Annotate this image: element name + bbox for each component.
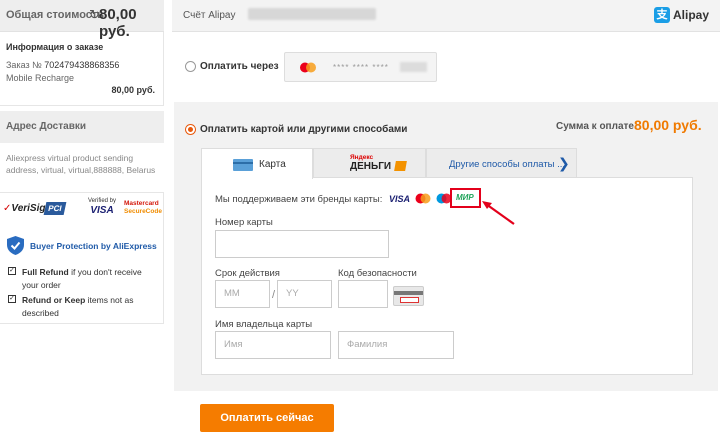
card-number-label: Номер карты bbox=[215, 217, 273, 228]
mastercard-icon bbox=[300, 62, 316, 73]
masked-card-number: **** **** **** bbox=[333, 63, 389, 72]
mc-bottom-text: SecureCode bbox=[124, 208, 162, 215]
card-number-input[interactable] bbox=[215, 230, 389, 258]
expiry-year-input[interactable]: YY bbox=[277, 280, 332, 308]
pci-logo: PCI bbox=[43, 202, 67, 215]
account-label: Счёт Alipay bbox=[183, 10, 236, 21]
card-payment-section: Оплатить картой или другими способами Су… bbox=[174, 102, 718, 391]
refund-keep-item: ✓ Refund or Keep items not as described bbox=[8, 294, 160, 320]
account-bar: Счёт Alipay 支 Alipay bbox=[172, 0, 720, 32]
tab-card[interactable]: Карта bbox=[201, 148, 313, 179]
vbv-top-text: Verified by bbox=[88, 198, 117, 204]
card-icon bbox=[233, 159, 253, 171]
checkbox-icon: ✓ bbox=[8, 267, 16, 275]
alipay-logo-icon: 支 bbox=[654, 7, 670, 23]
total-bar: Общая стоимость ↻ 80,00 руб. bbox=[0, 0, 164, 40]
sum-value: 80,00 руб. bbox=[634, 117, 702, 133]
tab-yandex-money[interactable]: Яндекс ДЕНЬГИ bbox=[313, 148, 426, 178]
buyer-protection-title: Buyer Protection by AliExpress bbox=[30, 241, 157, 251]
last-name-input[interactable]: Фамилия bbox=[338, 331, 454, 359]
masked-card-tail-blurred bbox=[400, 62, 427, 72]
cvv-label: Код безопасности bbox=[338, 268, 417, 279]
expiry-label: Срок действия bbox=[215, 268, 280, 279]
security-logos: ✓VeriSign PCI Verified by VISA Mastercard… bbox=[0, 192, 164, 226]
order-item-name: Mobile Recharge bbox=[6, 73, 75, 83]
tab-other-methods[interactable]: Другие способы оплаты ... ❯ bbox=[426, 148, 577, 178]
alipay-logo-text: Alipay bbox=[673, 8, 710, 22]
cvv-card-icon bbox=[393, 286, 424, 306]
order-info: Информация о заказе Заказ № 702479438868… bbox=[0, 32, 164, 106]
vbv-visa-text: VISA bbox=[90, 205, 114, 216]
order-sidebar: Общая стоимость ↻ 80,00 руб. Информация … bbox=[0, 0, 164, 436]
verified-by-visa-logo: Verified by VISA bbox=[88, 198, 116, 216]
expiry-month-input[interactable]: MM bbox=[215, 280, 270, 308]
brands-label: Мы поддерживаем эти бренды карты: bbox=[215, 194, 383, 205]
mastercard-icon bbox=[415, 193, 431, 204]
mastercard-securecode-logo: Mastercard SecureCode bbox=[124, 200, 162, 216]
address-text: Aliexpress virtual product sending addre… bbox=[6, 153, 156, 175]
account-email-blurred bbox=[248, 8, 376, 20]
pay-via-label[interactable]: Оплатить через bbox=[200, 61, 279, 72]
mir-brand: МИР bbox=[456, 193, 474, 202]
address-title: Адрес Доставки bbox=[6, 121, 86, 132]
pay-card-radio[interactable] bbox=[185, 124, 196, 135]
order-number-value: 702479438868356 bbox=[44, 60, 120, 70]
order-number: Заказ № 702479438868356 bbox=[6, 60, 119, 70]
shield-icon bbox=[7, 236, 24, 255]
chevron-right-icon: ❯ bbox=[558, 155, 570, 171]
tab-card-label: Карта bbox=[259, 159, 286, 170]
pay-now-button[interactable]: Оплатить сейчас bbox=[200, 404, 334, 432]
yandex-bottom-text: ДЕНЬГИ bbox=[350, 161, 392, 172]
cvv-input[interactable] bbox=[338, 280, 388, 308]
red-arrow-icon bbox=[482, 201, 515, 225]
order-info-title: Информация о заказе bbox=[6, 42, 104, 52]
payment-panel: Счёт Alipay 支 Alipay Оплатить через ****… bbox=[172, 0, 720, 436]
full-refund-bold: Full Refund bbox=[22, 267, 69, 277]
pay-card-label[interactable]: Оплатить картой или другими способами bbox=[200, 124, 407, 135]
full-refund-item: ✓ Full Refund if you don't receive your … bbox=[8, 266, 160, 292]
card-form: Мы поддерживаем эти бренды карты: VISA М… bbox=[201, 177, 693, 375]
address-header: Адрес Доставки bbox=[0, 111, 164, 143]
refund-keep-bold: Refund or Keep bbox=[22, 295, 86, 305]
holder-label: Имя владельца карты bbox=[215, 319, 313, 330]
pay-via-radio[interactable] bbox=[185, 61, 196, 72]
yandex-wallet-icon bbox=[394, 161, 407, 171]
order-number-label: Заказ № bbox=[6, 60, 42, 70]
other-methods-label: Другие способы оплаты ... bbox=[449, 159, 566, 170]
yandex-top-text: Яндекс bbox=[350, 154, 374, 161]
first-name-input[interactable]: Имя bbox=[215, 331, 331, 359]
mc-top-text: Mastercard bbox=[124, 200, 159, 207]
mir-brand-highlight: МИР bbox=[450, 188, 481, 208]
order-item-amount: 80,00 руб. bbox=[111, 85, 155, 95]
saved-card[interactable]: **** **** **** bbox=[284, 52, 437, 82]
expiry-separator: / bbox=[272, 289, 276, 301]
buyer-protection: Buyer Protection by AliExpress ✓ Full Re… bbox=[0, 226, 164, 324]
visa-brand: VISA bbox=[389, 194, 411, 204]
sum-label: Сумма к оплате bbox=[556, 121, 634, 132]
checkbox-icon: ✓ bbox=[8, 295, 16, 303]
